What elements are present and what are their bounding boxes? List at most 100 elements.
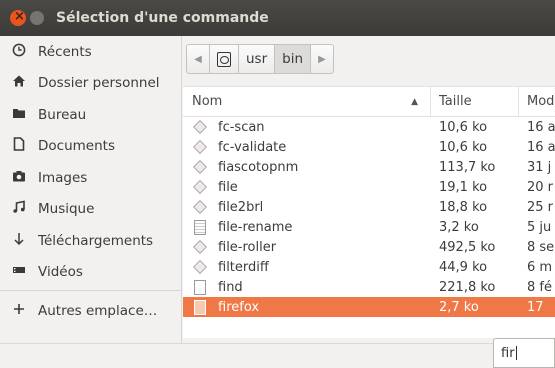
table-row[interactable]: file-rename 3,2 ko 5 ju [183, 217, 555, 237]
file-size: 221,8 ko [439, 279, 496, 295]
file-size: 18,8 ko [439, 199, 488, 215]
chevron-right-icon: ▶ [318, 53, 326, 65]
path-segment-usr[interactable]: usr [238, 44, 276, 74]
path-scroll-left-button[interactable]: ◀ [186, 44, 210, 74]
executable-icon [192, 119, 208, 135]
executable-icon [192, 139, 208, 155]
file-size: 113,7 ko [439, 159, 496, 175]
file-size: 3,2 ko [439, 219, 479, 235]
file-name: fc-scan [218, 119, 265, 135]
file-modified: 6 m [527, 259, 553, 275]
file-list-header: Nom ▲ Taille Mod [183, 87, 555, 117]
file-size: 44,9 ko [439, 259, 488, 275]
file-size: 492,5 ko [439, 239, 496, 255]
file-modified: 8 fé [527, 279, 552, 295]
table-row[interactable]: fiascotopnm 113,7 ko 31 j [183, 157, 555, 177]
sidebar-item-recents[interactable]: Récents [0, 36, 181, 68]
file-size: 10,6 ko [439, 119, 488, 135]
file-name: filterdiff [218, 259, 269, 275]
file-name: file [218, 179, 238, 195]
bottom-bar [0, 343, 555, 368]
executable-icon [192, 199, 208, 215]
minimize-window-button[interactable] [30, 11, 44, 25]
window-title: Sélection d'une commande [56, 10, 269, 26]
script-icon [192, 299, 208, 315]
path-scroll-right-button[interactable]: ▶ [310, 44, 335, 74]
executable-icon [192, 179, 208, 195]
text-caret [515, 346, 517, 360]
clock-icon [10, 43, 28, 61]
script-icon [192, 219, 208, 235]
document-icon [10, 137, 28, 155]
file-size: 19,1 ko [439, 179, 488, 195]
table-row[interactable]: find 221,8 ko 8 fé [183, 277, 555, 297]
sidebar-item-label: Images [38, 169, 88, 186]
file-modified: 8 se [527, 239, 555, 255]
file-modified: 20 r [527, 179, 554, 195]
file-modified: 17 [527, 299, 544, 315]
sidebar-item-desktop[interactable]: Bureau [0, 99, 181, 131]
sidebar-item-label: Documents [38, 138, 115, 155]
table-row[interactable]: filterdiff 44,9 ko 6 m [183, 257, 555, 277]
sidebar-item-other-locations[interactable]: Autres emplace… [0, 295, 181, 327]
sidebar-item-label: Bureau [38, 106, 87, 123]
column-header-modified[interactable]: Mod [519, 87, 554, 116]
sidebar-item-videos[interactable]: Vidéos [0, 257, 181, 289]
table-row[interactable]: file2brl 18,8 ko 25 r [183, 197, 555, 217]
typeahead-search-value: fir [501, 345, 515, 361]
sidebar-item-label: Téléchargements [38, 232, 154, 249]
sidebar-item-home[interactable]: Dossier personnel [0, 68, 181, 100]
executable-icon [192, 159, 208, 175]
file-name: file-roller [218, 239, 277, 255]
table-row[interactable]: fc-scan 10,6 ko 16 a [183, 117, 555, 137]
file-modified: 25 r [527, 199, 554, 215]
file-name: file-rename [218, 219, 293, 235]
path-segment-root[interactable] [209, 44, 239, 74]
file-modified: 16 a [527, 119, 555, 135]
file-name: file2brl [218, 199, 264, 215]
file-modified: 5 ju [527, 219, 552, 235]
sidebar-separator [0, 290, 181, 291]
sidebar-item-downloads[interactable]: Téléchargements [0, 225, 181, 257]
places-sidebar: Récents Dossier personnel Bureau Documen… [0, 36, 182, 343]
sidebar-item-label: Dossier personnel [38, 75, 160, 92]
music-icon [10, 200, 28, 218]
file-list: Nom ▲ Taille Mod fc-scan 10,6 ko 16 a fc… [183, 86, 555, 338]
table-row-selected[interactable]: firefox 2,7 ko 17 [183, 297, 555, 317]
table-row[interactable]: fc-validate 10,6 ko 16 a [183, 137, 555, 157]
typeahead-search-input[interactable]: fir [493, 338, 555, 368]
file-size: 2,7 ko [439, 299, 479, 315]
sidebar-item-label: Musique [38, 201, 95, 218]
file-modified: 31 j [527, 159, 552, 175]
file-name: firefox [218, 299, 260, 315]
sidebar-item-label: Vidéos [38, 264, 83, 281]
file-size: 10,6 ko [439, 139, 488, 155]
table-row[interactable]: file-roller 492,5 ko 8 se [183, 237, 555, 257]
column-header-name-label: Nom [192, 94, 223, 109]
sidebar-item-images[interactable]: Images [0, 162, 181, 194]
column-header-size[interactable]: Taille [431, 87, 519, 116]
chevron-left-icon: ◀ [194, 53, 202, 65]
plus-icon [10, 302, 28, 320]
text-file-icon [192, 279, 208, 295]
title-bar: Sélection d'une commande [0, 0, 555, 36]
sidebar-item-music[interactable]: Musique [0, 194, 181, 226]
executable-icon [192, 239, 208, 255]
download-icon [10, 232, 28, 250]
file-name: fiascotopnm [218, 159, 299, 175]
sidebar-item-label: Autres emplace… [38, 302, 158, 319]
sidebar-item-documents[interactable]: Documents [0, 131, 181, 163]
executable-icon [192, 259, 208, 275]
table-row[interactable]: file 19,1 ko 20 r [183, 177, 555, 197]
path-segment-bin[interactable]: bin [274, 44, 312, 74]
camera-icon [10, 169, 28, 187]
column-header-name[interactable]: Nom ▲ [183, 87, 431, 116]
file-name: fc-validate [218, 139, 287, 155]
sort-ascending-icon: ▲ [411, 96, 418, 107]
home-icon [10, 74, 28, 92]
file-modified: 16 a [527, 139, 555, 155]
close-window-button[interactable] [10, 9, 26, 26]
drive-icon [217, 51, 231, 67]
path-bar: ◀ usr bin ▶ [186, 44, 335, 74]
film-icon [10, 263, 28, 281]
